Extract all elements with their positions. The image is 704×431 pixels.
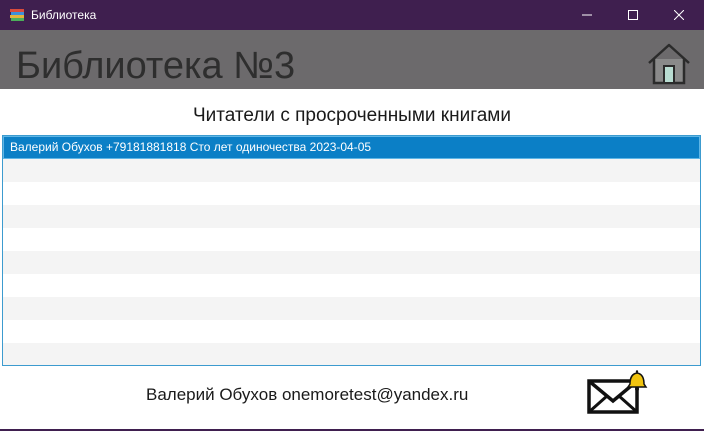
minimize-icon [582,14,592,16]
overdue-readers-list[interactable]: Валерий Обухов +79181881818 Сто лет один… [2,135,701,366]
maximize-icon [628,10,638,20]
empty-row [3,343,700,365]
empty-row [3,297,700,320]
empty-row [3,274,700,297]
list-item-text: Валерий Обухов +79181881818 Сто лет один… [10,140,372,154]
empty-row [3,159,700,182]
header-bar: Библиотека №3 [0,30,704,89]
empty-row [3,320,700,343]
close-button[interactable] [656,0,702,30]
maximize-button[interactable] [610,0,656,30]
section-title: Читатели с просроченными книгами [193,105,511,126]
minimize-button[interactable] [564,0,610,30]
list-item[interactable]: Валерий Обухов +79181881818 Сто лет один… [3,136,700,159]
empty-row [3,251,700,274]
current-user-info: Валерий Обухов onemoretest@yandex.ru [146,385,469,404]
books-icon [10,9,24,21]
library-title: Библиотека №3 [16,45,296,87]
window-titlebar: Библиотека [0,0,704,30]
notifications-button[interactable] [586,369,648,415]
empty-row [3,228,700,251]
home-button[interactable] [646,41,692,87]
close-icon [674,10,684,20]
empty-row [3,182,700,205]
home-icon [648,43,690,85]
window-title: Библиотека [31,8,97,22]
empty-row [3,205,700,228]
mail-notification-icon [587,370,648,414]
